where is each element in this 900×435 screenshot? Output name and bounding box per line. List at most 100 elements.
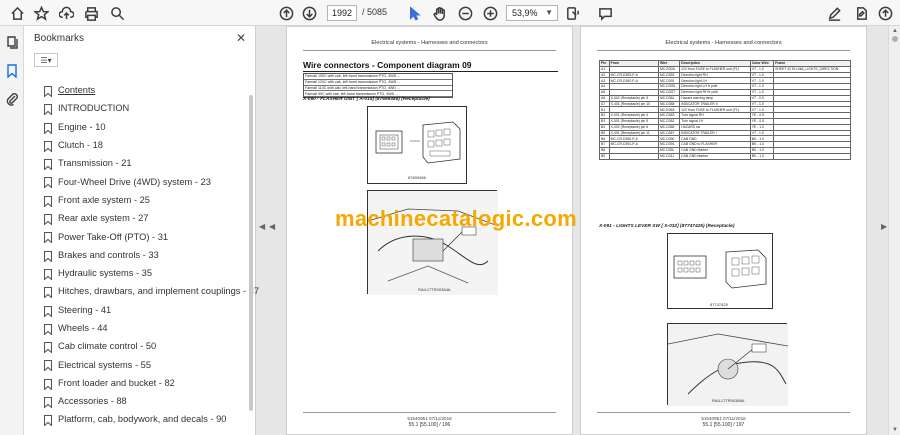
location-photo: RAIL17TR00386A xyxy=(667,323,789,406)
harness-table: Farmall 100C with cab, left-hand transmi… xyxy=(303,73,453,99)
bookmark-item[interactable]: Power Take-Off (PTO) - 31 xyxy=(24,227,248,245)
share-icon[interactable] xyxy=(876,4,894,22)
bookmark-label: Wheels - 44 xyxy=(58,323,108,333)
bookmark-item[interactable]: Hitches, drawbars, and implement couplin… xyxy=(24,282,259,300)
bookmark-panel-icon[interactable] xyxy=(5,64,19,79)
figure-label: RAIL17TR00384A xyxy=(418,287,451,292)
page-total: / 5085 xyxy=(362,7,388,17)
pin-table: Pin From Wire Description Color Wire Frame A1… xyxy=(599,60,851,160)
page-down-icon[interactable] xyxy=(300,4,318,22)
upload-cloud-icon[interactable] xyxy=(57,4,75,22)
figure-label: 87699386 xyxy=(408,175,426,180)
page-up-icon[interactable] xyxy=(277,4,295,22)
bookmark-label: Rear axle system - 27 xyxy=(58,213,149,224)
zoom-in-icon[interactable] xyxy=(481,4,499,22)
bookmark-item[interactable]: Platform, cab, bodywork, and decals - 90 xyxy=(24,410,248,428)
page-number-input[interactable]: 1992 xyxy=(327,5,357,21)
bookmark-label: Four-Wheel Drive (4WD) system - 23 xyxy=(58,176,211,187)
scroll-thumb[interactable] xyxy=(892,36,898,42)
bookmark-item[interactable]: Front loader and bucket - 82 xyxy=(24,374,248,392)
table-cell xyxy=(608,152,659,160)
page-header: Electrical systems - Harnesses and conne… xyxy=(665,40,782,46)
bookmark-scrollbar[interactable] xyxy=(248,81,254,431)
panel-collapse-icon[interactable]: ◀ xyxy=(259,222,265,231)
bookmark-item[interactable]: Brakes and controls - 33 xyxy=(24,246,248,264)
bookmark-icon xyxy=(43,249,53,263)
bookmark-label: INTRODUCTION xyxy=(58,103,130,114)
bookmark-item[interactable]: Transmission - 21 xyxy=(24,154,248,172)
bookmark-item[interactable]: Wheels - 44 xyxy=(24,319,248,337)
scroll-down-icon[interactable]: ▼ xyxy=(892,427,898,433)
hand-tool-icon[interactable] xyxy=(430,4,448,22)
bookmark-item[interactable]: Cab climate control - 50 xyxy=(24,337,248,355)
watermark-text: machinecatalogic.com xyxy=(335,206,577,231)
bookmarks-panel: Bookmarks ✕ ☰▾ Contents INTRODUCTION Engin… xyxy=(24,26,259,435)
select-cursor-icon[interactable] xyxy=(405,4,423,22)
bookmark-label: Platform, cab, bodywork, and decals - 90 xyxy=(58,414,227,425)
bookmark-label: Hitches, drawbars, and implement couplin… xyxy=(58,286,260,297)
bookmark-icon xyxy=(43,175,53,190)
connector-figure: 87747425 xyxy=(667,233,773,309)
bookmark-item[interactable]: Electrical systems - 55 xyxy=(24,355,248,373)
zoom-value: 53,9% xyxy=(512,8,538,18)
fit-page-icon[interactable] xyxy=(563,4,581,22)
search-icon[interactable] xyxy=(108,4,126,22)
page-footer-number: 55.1 [55.100] / 197 xyxy=(702,422,745,428)
bookmark-list: Contents INTRODUCTION Engine - 10 Clutch - … xyxy=(24,81,259,429)
bookmark-icon xyxy=(43,304,53,318)
sign-pen-icon[interactable] xyxy=(825,4,843,22)
bookmark-item[interactable]: Engine - 10 xyxy=(24,118,248,136)
star-icon[interactable] xyxy=(32,4,50,22)
bookmark-label: Hydraulic systems - 35 xyxy=(58,268,153,279)
bookmark-options-button[interactable]: ☰▾ xyxy=(34,53,58,67)
table-cell xyxy=(773,152,851,160)
bookmark-label: Transmission - 21 xyxy=(58,158,132,169)
bookmark-icon xyxy=(43,212,53,226)
bookmark-item[interactable]: Contents xyxy=(24,81,248,99)
bookmark-item[interactable]: Clutch - 18 xyxy=(24,136,248,154)
bookmark-label: Clutch - 18 xyxy=(58,140,103,151)
comment-icon[interactable] xyxy=(596,4,614,22)
attachment-icon[interactable] xyxy=(5,92,19,106)
bookmark-item[interactable]: Hydraulic systems - 35 xyxy=(24,264,248,282)
bookmark-icon xyxy=(43,395,53,409)
scroll-up-icon[interactable]: ▲ xyxy=(892,28,898,34)
page-right: Electrical systems - Harnesses and conne… xyxy=(580,26,867,435)
next-page-arrow-icon[interactable]: ▶ xyxy=(881,222,887,231)
print-icon[interactable] xyxy=(82,4,100,22)
bookmark-icon xyxy=(43,358,53,373)
bookmark-label: Engine - 10 xyxy=(58,121,106,132)
edit-pdf-icon[interactable] xyxy=(852,4,870,22)
bookmark-icon xyxy=(43,377,53,391)
bookmark-icon xyxy=(43,267,53,281)
bookmark-item[interactable]: Four-Wheel Drive (4WD) system - 23 xyxy=(24,172,248,190)
navigation-rail xyxy=(0,26,24,435)
page-thumbnails-icon[interactable] xyxy=(5,36,19,50)
bookmark-item[interactable]: Front axle system - 25 xyxy=(24,191,248,209)
bookmark-label: Brakes and controls - 33 xyxy=(58,249,159,260)
bookmark-icon xyxy=(43,322,53,336)
table-cell: CAB GND Marker xyxy=(679,152,751,160)
close-icon[interactable]: ✕ xyxy=(236,31,246,45)
bookmark-icon xyxy=(43,157,53,171)
zoom-out-icon[interactable] xyxy=(456,4,474,22)
prev-page-arrow-icon[interactable]: ◀ xyxy=(269,222,275,231)
bookmark-icon xyxy=(43,102,53,116)
bookmark-label: Front loader and bucket - 82 xyxy=(58,377,175,388)
bookmarks-title: Bookmarks xyxy=(34,33,85,44)
bookmark-item[interactable]: Accessories - 88 xyxy=(24,392,248,410)
bookmark-icon xyxy=(43,340,53,354)
bookmark-item[interactable]: Steering - 41 xyxy=(24,301,248,319)
page-footer-code: 51540951 07/11/2016 xyxy=(701,416,746,421)
bookmark-label: Front axle system - 25 xyxy=(58,194,150,205)
bookmark-item[interactable]: Rear axle system - 27 xyxy=(24,209,248,227)
page-footer-number: 55.1 [55.100] / 196 xyxy=(408,422,451,428)
connector-caption: X-090 - FLASHER UNIT [ A-015] (87699386)… xyxy=(303,97,430,102)
home-icon[interactable] xyxy=(8,4,26,22)
bookmark-icon xyxy=(43,194,53,208)
zoom-select[interactable]: 53,9% ▼ xyxy=(506,5,558,21)
document-scrollbar[interactable]: ▲ ▼ xyxy=(888,26,900,435)
bookmark-item[interactable]: INTRODUCTION xyxy=(24,99,248,117)
chevron-down-icon: ▼ xyxy=(545,8,553,17)
table-cell: MC-D311 xyxy=(657,152,681,160)
